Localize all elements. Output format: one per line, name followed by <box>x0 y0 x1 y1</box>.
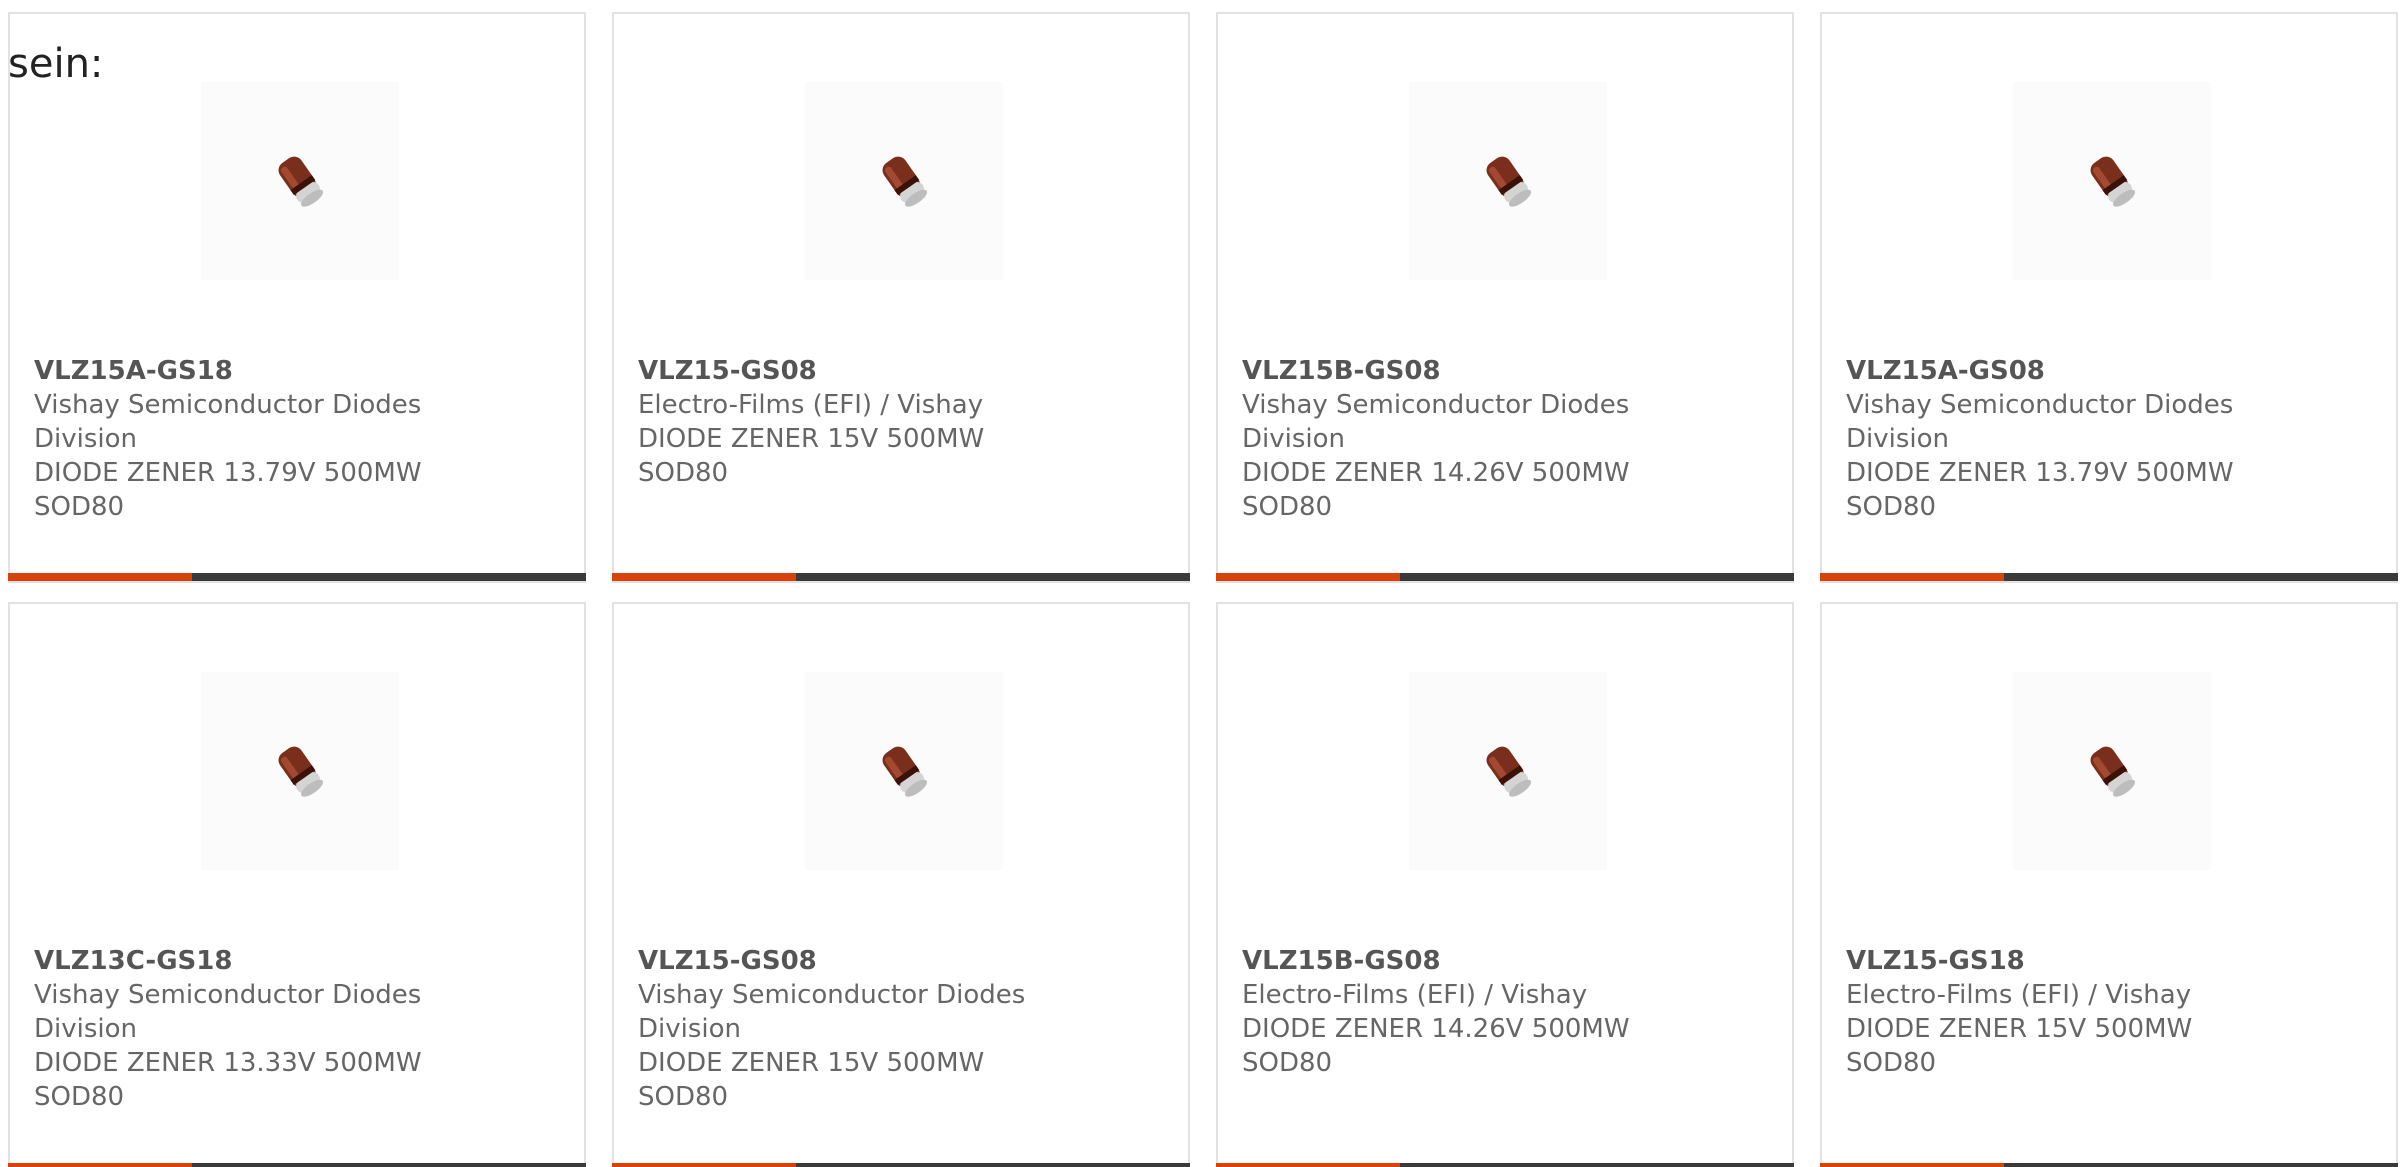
product-image[interactable] <box>1409 672 1607 870</box>
part-number[interactable]: VLZ13C-GS18 <box>34 944 434 978</box>
manufacturer-line: Electro-Films (EFI) / Vishay <box>638 390 984 420</box>
description-line: DIODE ZENER 13.33V 500MW <box>34 1048 422 1078</box>
product-image[interactable] <box>805 672 1003 870</box>
product-info: VLZ15-GS18 Electro-Films (EFI) / Vishay … <box>1846 944 2246 1080</box>
zener-diode-icon <box>2090 746 2136 797</box>
description-line: DIODE ZENER 13.79V 500MW <box>1846 458 2234 488</box>
description-line: DIODE ZENER 15V 500MW <box>1846 1014 2193 1044</box>
product-image[interactable] <box>2013 672 2211 870</box>
product-card[interactable]: VLZ15B-GS08 Electro-Films (EFI) / Vishay… <box>1216 602 1794 1167</box>
product-info: VLZ15A-GS08 Vishay Semiconductor Diodes … <box>1846 354 2246 524</box>
product-image[interactable] <box>805 82 1003 280</box>
zener-diode-icon <box>882 746 928 797</box>
manufacturer-line: Division <box>638 1014 742 1044</box>
product-card[interactable]: VLZ15-GS08 Electro-Films (EFI) / Vishay … <box>612 12 1190 583</box>
product-info: VLZ15-GS08 Electro-Films (EFI) / Vishay … <box>638 354 1038 490</box>
product-info: VLZ15B-GS08 Electro-Films (EFI) / Vishay… <box>1242 944 1642 1080</box>
manufacturer-line: Electro-Films (EFI) / Vishay <box>1242 980 1588 1010</box>
card-bottom-bar <box>612 573 1190 581</box>
description-line: DIODE ZENER 14.26V 500MW <box>1242 458 1630 488</box>
product-card[interactable]: VLZ15-GS18 Electro-Films (EFI) / Vishay … <box>1820 602 2398 1167</box>
product-card[interactable]: VLZ15-GS08 Vishay Semiconductor Diodes D… <box>612 602 1190 1167</box>
part-number[interactable]: VLZ15A-GS18 <box>34 354 434 388</box>
card-bottom-bar <box>1820 573 2398 581</box>
card-bottom-bar <box>8 573 586 581</box>
part-number[interactable]: VLZ15-GS08 <box>638 944 1038 978</box>
part-number[interactable]: VLZ15A-GS08 <box>1846 354 2246 388</box>
description-line: SOD80 <box>638 1082 729 1112</box>
manufacturer-line: Division <box>1846 424 1950 454</box>
card-accent-bar <box>8 573 192 581</box>
card-accent-bar <box>1216 573 1400 581</box>
card-bottom-bar <box>8 1163 586 1167</box>
zener-diode-icon <box>2090 156 2136 207</box>
zener-diode-icon <box>1486 156 1532 207</box>
description-line: SOD80 <box>1846 1048 1937 1078</box>
card-accent-bar <box>612 573 796 581</box>
part-number[interactable]: VLZ15B-GS08 <box>1242 944 1642 978</box>
description-line: SOD80 <box>34 492 125 522</box>
part-number[interactable]: VLZ15B-GS08 <box>1242 354 1642 388</box>
card-accent-bar <box>8 1163 192 1167</box>
manufacturer-line: Vishay Semiconductor Diodes <box>34 980 422 1010</box>
description-line: DIODE ZENER 15V 500MW <box>638 424 985 454</box>
card-bottom-bar <box>612 1163 1190 1167</box>
page: sein: VLZ15A-GS18 Vishay Semiconductor D… <box>0 0 2400 1167</box>
product-card[interactable]: VLZ13C-GS18 Vishay Semiconductor Diodes … <box>8 602 586 1167</box>
card-bottom-bar <box>1820 1163 2398 1167</box>
product-card[interactable]: VLZ15A-GS18 Vishay Semiconductor Diodes … <box>8 12 586 583</box>
manufacturer-line: Division <box>34 1014 138 1044</box>
description-line: SOD80 <box>34 1082 125 1112</box>
product-info: VLZ15A-GS18 Vishay Semiconductor Diodes … <box>34 354 434 524</box>
card-bottom-bar <box>1216 573 1794 581</box>
description-line: SOD80 <box>1242 1048 1333 1078</box>
product-image[interactable] <box>201 672 399 870</box>
manufacturer-line: Division <box>1242 424 1346 454</box>
product-image[interactable] <box>201 82 399 280</box>
product-card[interactable]: VLZ15A-GS08 Vishay Semiconductor Diodes … <box>1820 12 2398 583</box>
card-accent-bar <box>1216 1163 1400 1167</box>
manufacturer-line: Vishay Semiconductor Diodes <box>638 980 1026 1010</box>
manufacturer-line: Electro-Films (EFI) / Vishay <box>1846 980 2192 1010</box>
part-number[interactable]: VLZ15-GS08 <box>638 354 1038 388</box>
zener-diode-icon <box>278 156 324 207</box>
product-info: VLZ13C-GS18 Vishay Semiconductor Diodes … <box>34 944 434 1114</box>
manufacturer-line: Vishay Semiconductor Diodes <box>1846 390 2234 420</box>
description-line: DIODE ZENER 14.26V 500MW <box>1242 1014 1630 1044</box>
product-image[interactable] <box>2013 82 2211 280</box>
product-grid: VLZ15A-GS18 Vishay Semiconductor Diodes … <box>8 12 2398 1167</box>
product-image[interactable] <box>1409 82 1607 280</box>
zener-diode-icon <box>278 746 324 797</box>
product-info: VLZ15-GS08 Vishay Semiconductor Diodes D… <box>638 944 1038 1114</box>
card-accent-bar <box>612 1163 796 1167</box>
manufacturer-line: Vishay Semiconductor Diodes <box>1242 390 1630 420</box>
description-line: SOD80 <box>1242 492 1333 522</box>
card-bottom-bar <box>1216 1163 1794 1167</box>
description-line: DIODE ZENER 13.79V 500MW <box>34 458 422 488</box>
intro-text: sein: <box>8 41 104 87</box>
part-number[interactable]: VLZ15-GS18 <box>1846 944 2246 978</box>
manufacturer-line: Vishay Semiconductor Diodes <box>34 390 422 420</box>
product-info: VLZ15B-GS08 Vishay Semiconductor Diodes … <box>1242 354 1642 524</box>
zener-diode-icon <box>1486 746 1532 797</box>
card-accent-bar <box>1820 1163 2004 1167</box>
product-card[interactable]: VLZ15B-GS08 Vishay Semiconductor Diodes … <box>1216 12 1794 583</box>
description-line: SOD80 <box>1846 492 1937 522</box>
zener-diode-icon <box>882 156 928 207</box>
card-accent-bar <box>1820 573 2004 581</box>
manufacturer-line: Division <box>34 424 138 454</box>
description-line: DIODE ZENER 15V 500MW <box>638 1048 985 1078</box>
description-line: SOD80 <box>638 458 729 488</box>
